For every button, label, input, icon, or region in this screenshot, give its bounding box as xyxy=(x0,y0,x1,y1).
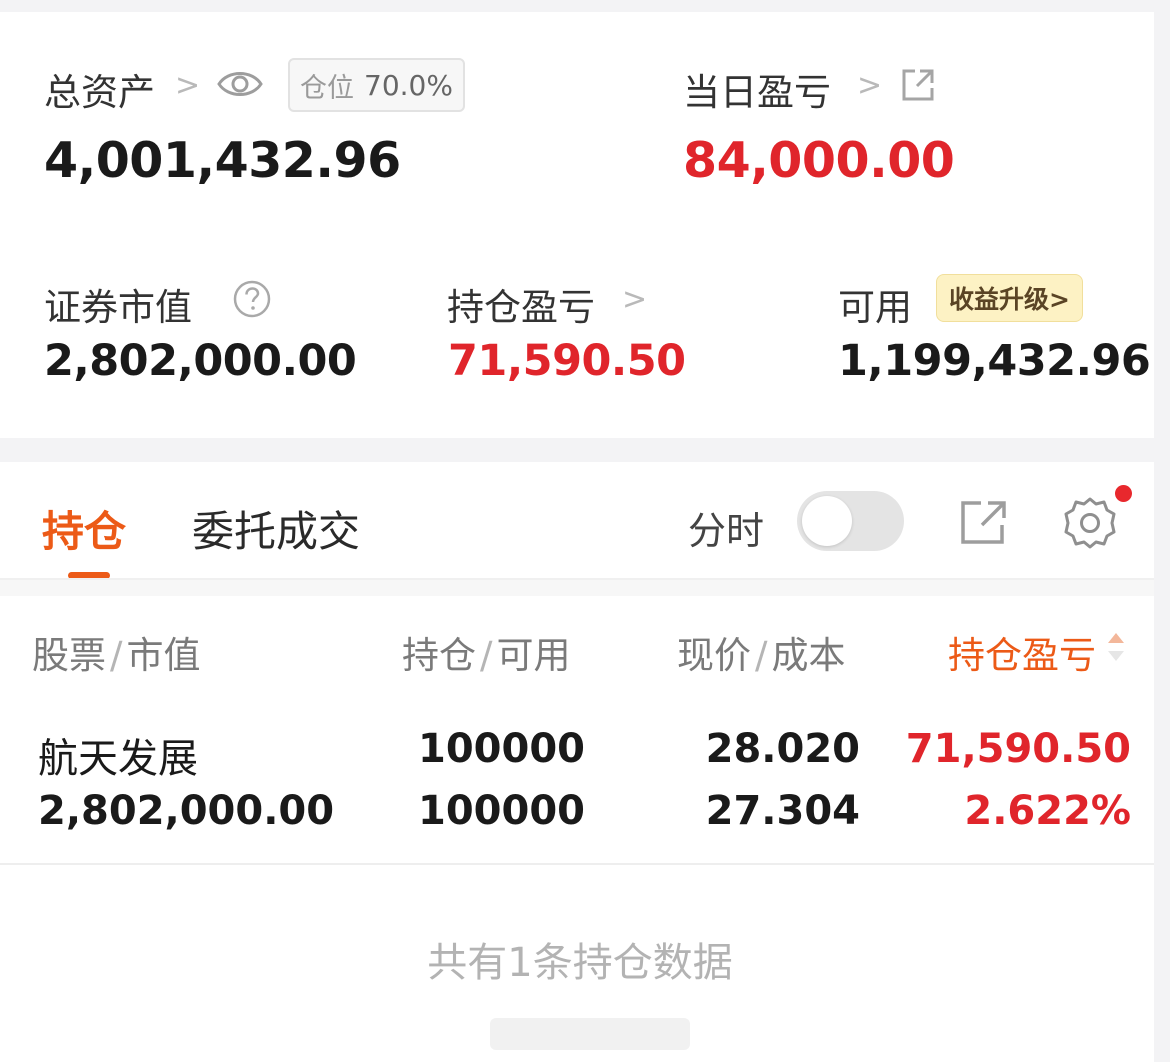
header-price-cost[interactable]: 现价 / 成本 xyxy=(677,625,845,679)
header-separator: / xyxy=(480,634,493,677)
market-value-value: 2,802,000.00 xyxy=(44,336,357,386)
row-divider xyxy=(0,863,1154,865)
upgrade-badge[interactable]: 收益升级> xyxy=(936,274,1083,322)
scroll-edge xyxy=(1154,0,1170,1062)
eye-icon[interactable] xyxy=(216,66,264,106)
header-price: 现价 xyxy=(677,634,751,677)
holdings-count-note: 共有1条持仓数据 xyxy=(427,940,733,986)
available-value: 1,199,432.96 xyxy=(838,336,1151,386)
position-pnl-value: 71,590.50 xyxy=(448,336,686,386)
available-label: 可用 xyxy=(838,286,912,329)
table-divider xyxy=(0,580,1154,596)
position-ratio-value: 70.0% xyxy=(364,68,453,102)
stock-available: 100000 xyxy=(418,788,585,834)
tab-holdings[interactable]: 持仓 xyxy=(42,498,126,559)
header-stock: 股票 xyxy=(32,634,106,677)
toggle-knob xyxy=(802,496,852,546)
market-value-label: 证券市值 xyxy=(44,286,192,329)
intraday-toggle[interactable] xyxy=(797,491,904,551)
notification-dot xyxy=(1115,485,1132,502)
holdings-page: 总资产 > 仓位 70.0% 4,001,432.96 当日盈亏 > 84,00… xyxy=(0,0,1170,1062)
section-divider xyxy=(0,438,1170,462)
stock-shares: 100000 xyxy=(418,726,585,772)
stock-market-value: 2,802,000.00 xyxy=(38,788,335,834)
tab-orders[interactable]: 委托成交 xyxy=(192,498,360,559)
total-assets-label[interactable]: 总资产 xyxy=(44,62,155,116)
position-pnl-label[interactable]: 持仓盈亏 xyxy=(447,277,595,331)
sort-icon[interactable] xyxy=(1105,628,1127,670)
header-available: 可用 xyxy=(496,634,571,677)
daily-pnl-value: 84,000.00 xyxy=(683,132,955,189)
header-position-pnl[interactable]: 持仓盈亏 xyxy=(948,625,1096,679)
header-market-value: 市值 xyxy=(126,634,201,677)
gear-icon[interactable] xyxy=(1062,495,1118,555)
header-stock-market-value[interactable]: 股票 / 市值 xyxy=(32,625,200,679)
header-separator: / xyxy=(755,634,768,677)
daily-pnl-label[interactable]: 当日盈亏 xyxy=(683,62,831,116)
header-shares-available[interactable]: 持仓 / 可用 xyxy=(402,625,570,679)
daily-pnl-chevron[interactable]: > xyxy=(857,68,882,103)
stock-name[interactable]: 航天发展 xyxy=(38,726,198,784)
header-cost: 成本 xyxy=(771,634,846,677)
intraday-toggle-label: 分时 xyxy=(688,509,765,553)
stock-price: 28.020 xyxy=(705,726,860,772)
bottom-faint-bar xyxy=(490,1018,690,1050)
stock-pnl: 71,590.50 xyxy=(905,726,1131,772)
export-icon[interactable] xyxy=(960,499,1008,549)
position-pnl-chevron[interactable]: > xyxy=(622,282,647,317)
total-assets-chevron[interactable]: > xyxy=(175,68,200,103)
stock-pnl-percent: 2.622% xyxy=(964,788,1131,834)
header-shares: 持仓 xyxy=(402,634,476,677)
top-strip xyxy=(0,0,1170,12)
header-separator: / xyxy=(110,634,123,677)
total-assets-value: 4,001,432.96 xyxy=(44,132,401,189)
position-ratio-label: 仓位 xyxy=(300,72,354,104)
position-ratio-badge: 仓位 70.0% xyxy=(288,58,465,112)
help-circle-icon[interactable] xyxy=(232,279,272,323)
stock-cost: 27.304 xyxy=(705,788,860,834)
share-icon[interactable] xyxy=(900,67,936,107)
